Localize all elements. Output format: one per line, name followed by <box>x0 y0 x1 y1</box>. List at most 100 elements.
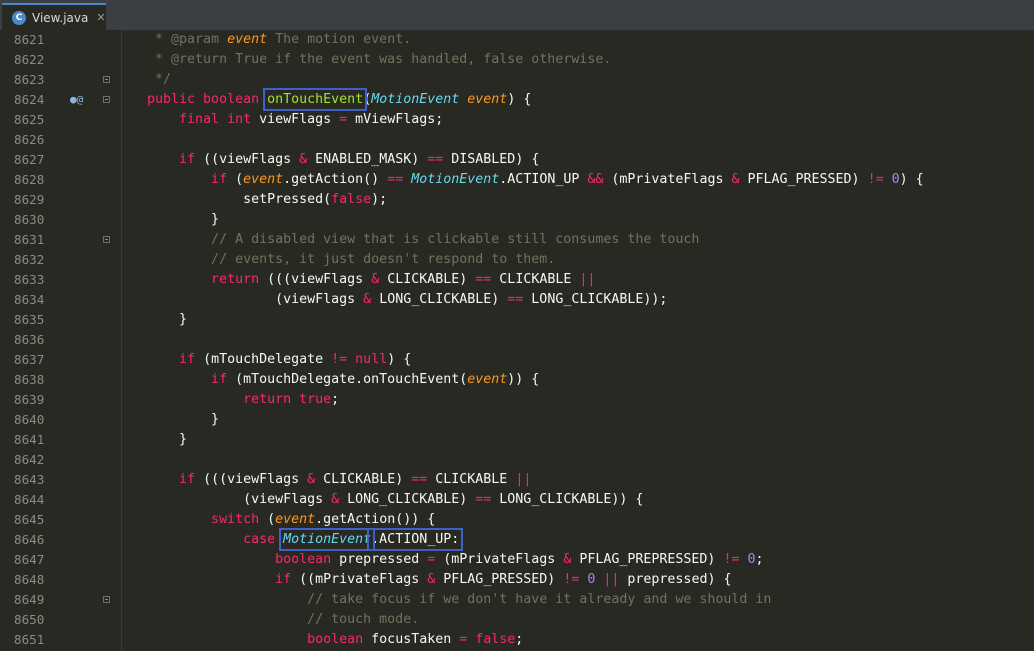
code-token: false <box>467 632 516 647</box>
line-number: 8640 <box>14 412 45 427</box>
code-token: CLICKABLE <box>427 472 516 487</box>
code-token: LONG_CLICKABLE) <box>371 292 508 307</box>
code-token: )) { <box>507 372 540 387</box>
code-token: == <box>387 172 404 187</box>
code-line[interactable]: 8621 * @param event The motion event. <box>0 30 1034 50</box>
code-token: final int <box>123 112 260 127</box>
code-token: mViewFlags; <box>347 112 444 127</box>
code-line[interactable]: 8645 switch (event.getAction()) { <box>0 510 1034 530</box>
line-number: 8625 <box>14 112 45 127</box>
code-token: ); <box>371 192 388 207</box>
code-token: if <box>123 572 300 587</box>
code-line[interactable]: 8622 * @return True if the event was han… <box>0 50 1034 70</box>
line-number: 8648 <box>14 572 45 587</box>
code-line[interactable]: 8625 final int viewFlags = mViewFlags; <box>0 110 1034 130</box>
code-line[interactable]: 8644 (viewFlags & LONG_CLICKABLE) == LON… <box>0 490 1034 510</box>
code-line[interactable]: 8632 // events, it just doesn't respond … <box>0 250 1034 270</box>
code-line[interactable]: 8643 if (((viewFlags & CLICKABLE) == CLI… <box>0 470 1034 490</box>
code-token: event <box>275 512 316 527</box>
code-line[interactable]: 8642 <box>0 450 1034 470</box>
code-line[interactable]: 8650 // touch mode. <box>0 610 1034 630</box>
code-token: if <box>123 352 204 367</box>
code-text: (viewFlags & LONG_CLICKABLE) == LONG_CLI… <box>123 490 643 510</box>
code-token: if <box>123 172 236 187</box>
code-line[interactable]: 8637 if (mTouchDelegate != null) { <box>0 350 1034 370</box>
line-number: 8638 <box>14 372 45 387</box>
code-line[interactable]: 8651 boolean focusTaken = false; <box>0 630 1034 650</box>
code-token: == <box>475 492 492 507</box>
code-text: // events, it just doesn't respond to th… <box>123 250 555 270</box>
code-token: .ACTION_UP <box>499 172 588 187</box>
code-token: public boolean <box>123 92 268 107</box>
code-line[interactable]: 8630 } <box>0 210 1034 230</box>
code-line[interactable]: 8635 } <box>0 310 1034 330</box>
code-line[interactable]: 8631 // A disabled view that is clickabl… <box>0 230 1034 250</box>
code-line[interactable]: 8649 // take focus if we don't have it a… <box>0 590 1034 610</box>
code-token: 0 <box>883 172 900 187</box>
code-token: case <box>123 532 284 547</box>
code-token: 0 <box>739 552 756 567</box>
code-token: if <box>123 152 204 167</box>
fold-marker-icon[interactable] <box>103 236 110 243</box>
code-token: (((viewFlags <box>203 472 308 487</box>
code-token: prepressed) { <box>619 572 732 587</box>
line-number: 8629 <box>14 192 45 207</box>
code-token: (mPrivateFlags <box>603 172 732 187</box>
code-token: CLICKABLE) <box>379 272 476 287</box>
code-token: event <box>467 372 508 387</box>
code-text: // take focus if we don't have it alread… <box>123 590 771 610</box>
code-token: PFLAG_PRESSED) <box>739 172 868 187</box>
code-token: ; <box>755 552 764 567</box>
code-token: boolean <box>123 552 340 567</box>
code-line[interactable]: 8624 ●@ public boolean onTouchEvent(Motio… <box>0 88 1034 111</box>
code-text: if (event.getAction() == MotionEvent.ACT… <box>123 170 924 190</box>
code-line[interactable]: 8623 */ <box>0 70 1034 90</box>
code-line[interactable]: 8628 if (event.getAction() == MotionEven… <box>0 170 1034 190</box>
code-line[interactable]: 8636 <box>0 330 1034 350</box>
code-text: } <box>123 410 219 430</box>
code-token: == <box>507 292 524 307</box>
code-line[interactable]: 8634 (viewFlags & LONG_CLICKABLE) == LON… <box>0 290 1034 310</box>
code-line[interactable]: 8633 return (((viewFlags & CLICKABLE) ==… <box>0 270 1034 290</box>
code-text: final int viewFlags = mViewFlags; <box>123 110 443 130</box>
line-number: 8635 <box>14 312 45 327</box>
override-marker-icon[interactable]: ●@ <box>70 90 83 110</box>
code-token: // take focus if we don't have it alread… <box>123 592 772 607</box>
code-line[interactable]: 8640 } <box>0 410 1034 430</box>
code-line[interactable]: 8641 } <box>0 430 1034 450</box>
fold-marker-icon[interactable] <box>103 96 110 103</box>
code-text: return (((viewFlags & CLICKABLE) == CLIC… <box>123 270 595 290</box>
code-token: (mTouchDelegate.onTouchEvent( <box>235 372 468 387</box>
code-token: DISABLED) { <box>443 152 540 167</box>
java-class-icon: C <box>12 10 26 25</box>
fold-marker-icon[interactable] <box>103 76 110 83</box>
close-icon[interactable]: ✕ <box>96 11 105 24</box>
code-token: // touch mode. <box>123 612 420 627</box>
code-line[interactable]: 8638 if (mTouchDelegate.onTouchEvent(eve… <box>0 370 1034 390</box>
code-line[interactable]: 8648 if ((mPrivateFlags & PFLAG_PRESSED)… <box>0 570 1034 590</box>
code-editor[interactable]: 8621 * @param event The motion event. 862… <box>0 30 1034 650</box>
code-token: & <box>307 472 316 487</box>
code-token: (mTouchDelegate <box>203 352 332 367</box>
line-number: 8646 <box>14 532 45 547</box>
code-token: ((mPrivateFlags <box>299 572 428 587</box>
code-line[interactable]: 8646 case MotionEvent.ACTION_UP: <box>0 528 1034 551</box>
code-token: || <box>603 572 620 587</box>
line-number: 8647 <box>14 552 45 567</box>
code-token: MotionEvent <box>403 172 500 187</box>
code-line[interactable]: 8626 <box>0 130 1034 150</box>
code-token: ; <box>331 392 340 407</box>
code-token: != <box>331 352 348 367</box>
code-token: return <box>123 272 268 287</box>
code-line[interactable]: 8629 setPressed(false); <box>0 190 1034 210</box>
code-token: } <box>123 412 220 427</box>
code-token: != <box>563 572 580 587</box>
code-line[interactable]: 8627 if ((viewFlags & ENABLED_MASK) == D… <box>0 150 1034 170</box>
code-line[interactable]: 8639 return true; <box>0 390 1034 410</box>
fold-marker-icon[interactable] <box>103 596 110 603</box>
code-text: if (mTouchDelegate != null) { <box>123 350 411 370</box>
code-text: setPressed(false); <box>123 190 387 210</box>
code-line[interactable]: 8647 boolean prepressed = (mPrivateFlags… <box>0 550 1034 570</box>
tab-view-java[interactable]: C View.java ✕ <box>2 3 106 30</box>
code-token: event <box>459 92 508 107</box>
